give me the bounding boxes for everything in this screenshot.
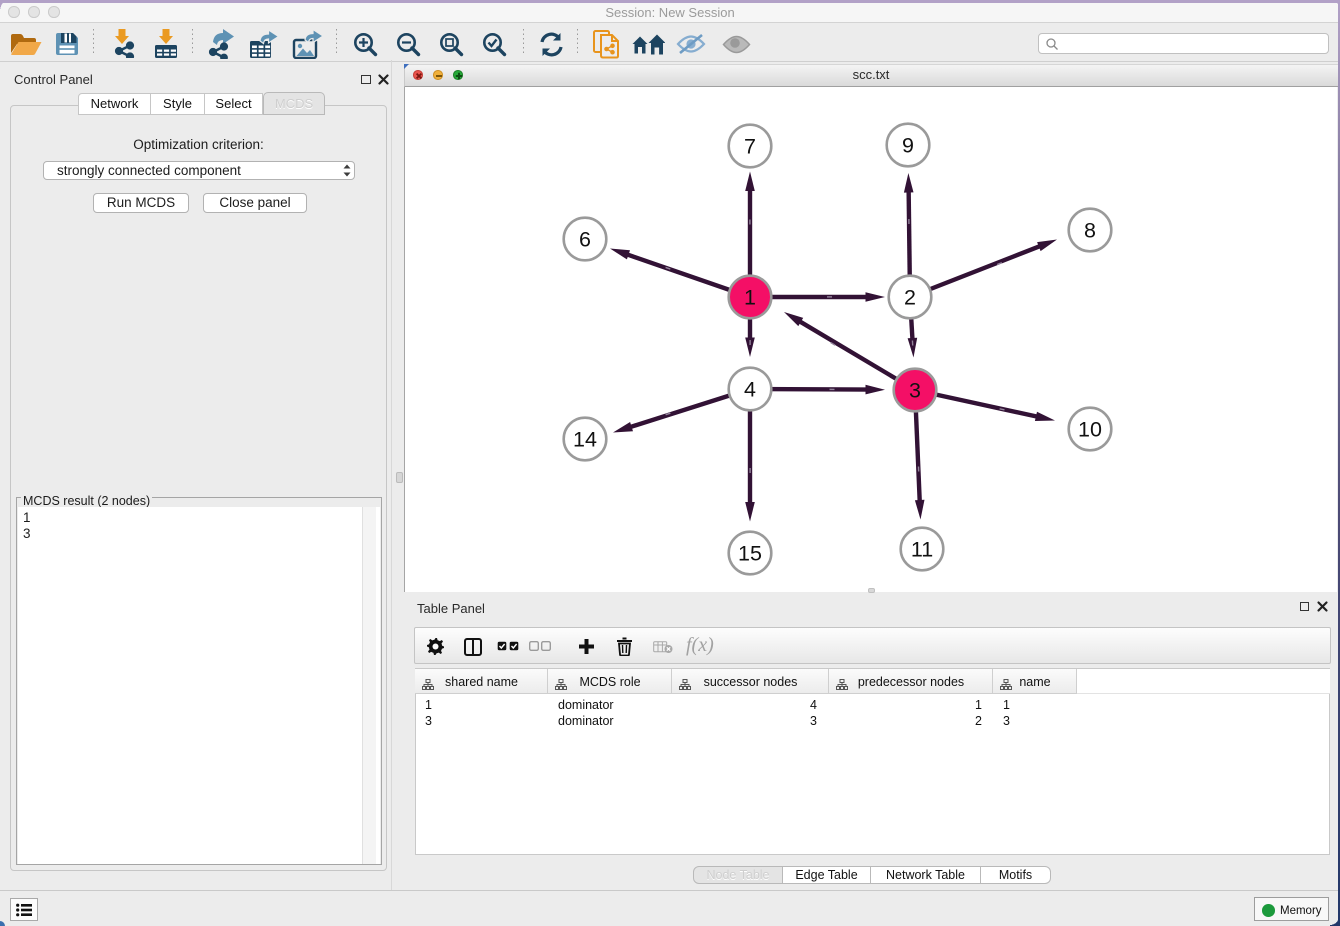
svg-text:14: 14 bbox=[573, 428, 597, 452]
svg-text:9: 9 bbox=[902, 134, 914, 158]
svg-text:7: 7 bbox=[744, 135, 756, 159]
svg-text:15: 15 bbox=[738, 542, 762, 566]
svg-text:10: 10 bbox=[1078, 418, 1102, 442]
svg-text:11: 11 bbox=[911, 538, 933, 562]
svg-text:1: 1 bbox=[744, 286, 756, 310]
svg-text:2: 2 bbox=[904, 286, 916, 310]
svg-text:6: 6 bbox=[579, 228, 591, 252]
svg-text:3: 3 bbox=[909, 379, 921, 403]
svg-text:4: 4 bbox=[744, 378, 756, 402]
svg-text:8: 8 bbox=[1084, 219, 1096, 243]
